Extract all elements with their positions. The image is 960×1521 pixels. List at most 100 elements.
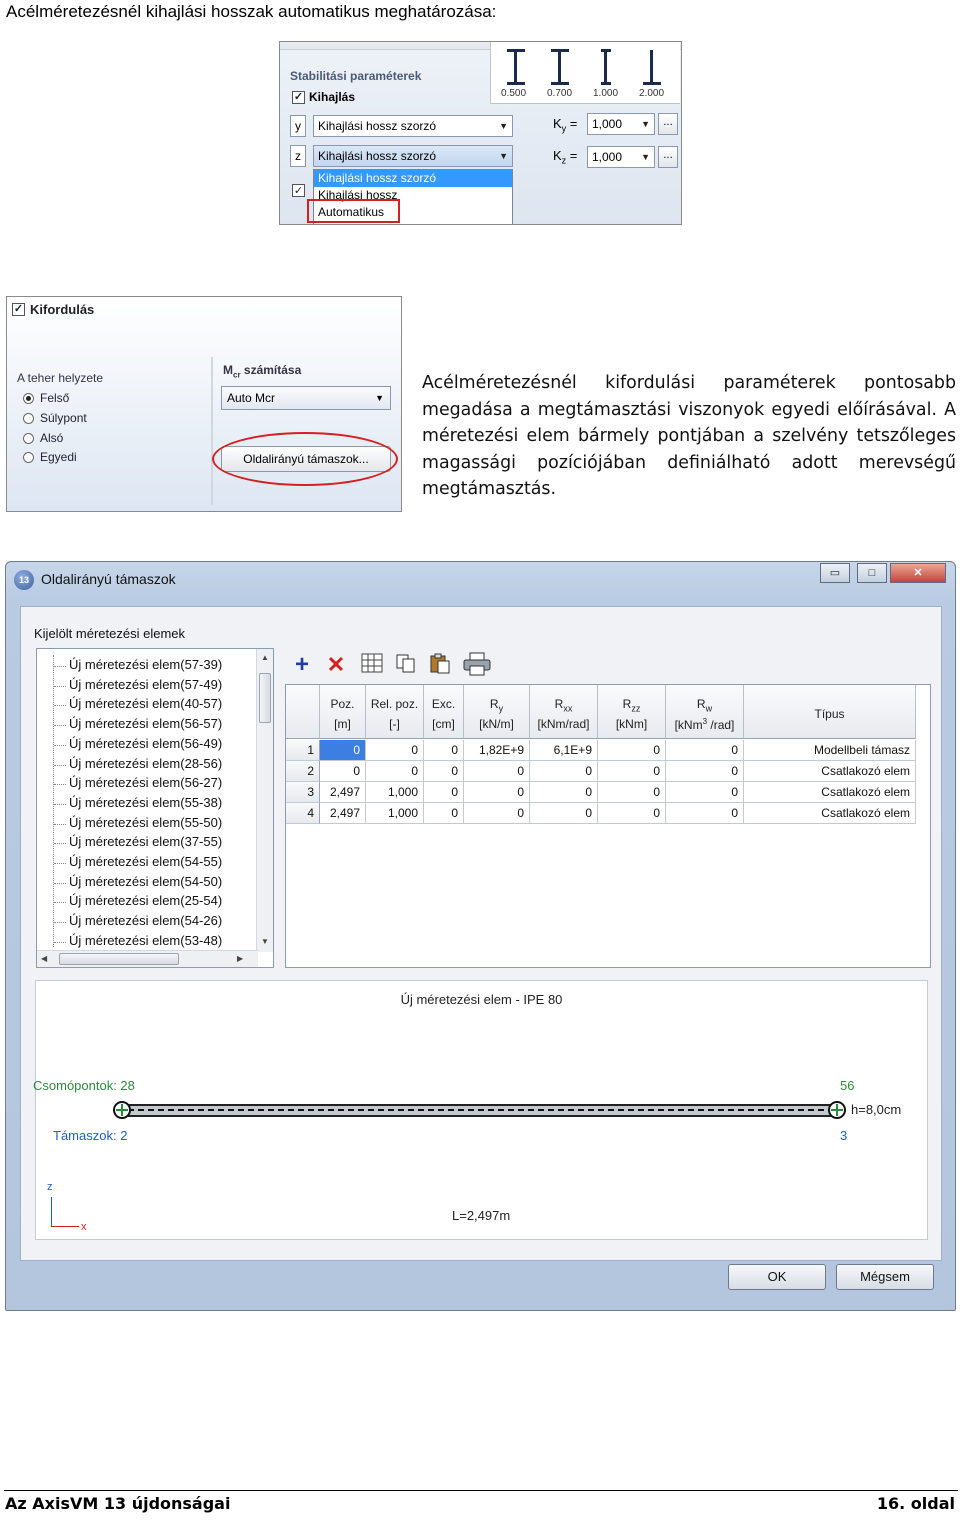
table-cell[interactable]: 2,497 [320, 803, 366, 824]
table-cell[interactable]: Csatlakozó elem [744, 782, 916, 803]
tree-item[interactable]: Új méretezési elem(25-54) [69, 893, 222, 908]
table-cell[interactable]: 0 [320, 761, 366, 782]
radio-centroid[interactable]: Súlypont [23, 411, 87, 425]
tree-item[interactable]: Új méretezési elem(40-57) [69, 696, 222, 711]
table-cell[interactable]: 0 [424, 782, 464, 803]
table-cell[interactable]: 0 [666, 740, 744, 761]
table-cell[interactable]: 6,1E+9 [530, 740, 598, 761]
scroll-right-icon[interactable]: ▶ [237, 954, 243, 963]
table-cell[interactable]: 0 [530, 782, 598, 803]
table-cell[interactable]: Modellbeli támasz [744, 740, 916, 761]
tree-item[interactable]: Új méretezési elem(57-49) [69, 677, 222, 692]
cancel-button[interactable]: Mégsem [836, 1264, 934, 1290]
print-icon[interactable] [461, 652, 493, 678]
table-cell[interactable]: 0 [366, 761, 424, 782]
tree-item[interactable]: Új méretezési elem(53-48) [69, 933, 222, 948]
buckling-checkbox-row[interactable]: ✓ Kihajlás [292, 90, 355, 104]
column-header[interactable]: Poz. [m] [320, 685, 366, 739]
tree-item[interactable]: Új méretezési elem(28-56) [69, 756, 222, 771]
table-cell[interactable]: 2,497 [320, 782, 366, 803]
table-cell[interactable]: 0 [464, 803, 530, 824]
table-cell[interactable]: 0 [464, 782, 530, 803]
table-cell[interactable]: 0 [666, 782, 744, 803]
table-cell[interactable]: 0 [424, 803, 464, 824]
tree-item[interactable]: Új méretezési elem(57-39) [69, 657, 222, 672]
paste-icon[interactable] [427, 652, 453, 678]
column-header[interactable]: Exc. [cm] [424, 685, 464, 739]
design-elements-tree[interactable]: Új méretezési elem(57-39) Új méretezési e… [36, 648, 274, 968]
table-cell[interactable]: Csatlakozó elem [744, 803, 916, 824]
pinned-pinned-beam-icon[interactable] [595, 48, 617, 86]
column-header[interactable]: Típus [744, 685, 916, 739]
table-cell[interactable]: 0 [666, 761, 744, 782]
scroll-thumb[interactable] [259, 673, 271, 723]
radio-icon[interactable] [23, 432, 34, 444]
horizontal-scrollbar[interactable]: ◀ ▶ [37, 950, 258, 967]
table-cell[interactable]: 0 [530, 803, 598, 824]
vertical-scrollbar[interactable]: ▲ ▼ [256, 649, 273, 952]
checkbox-checked-icon[interactable]: ✓ [292, 90, 305, 104]
radio-icon[interactable] [23, 412, 34, 424]
minimize-icon[interactable]: ▭ [820, 563, 850, 583]
table-cell[interactable]: 1,82E+9 [464, 740, 530, 761]
buckling-z-combo[interactable]: Kihajlási hossz szorzó ▼ [313, 145, 513, 167]
column-header[interactable]: Rzz [kNm] [598, 685, 666, 739]
row-number[interactable]: 4 [286, 803, 320, 824]
tree-item[interactable]: Új méretezési elem(56-27) [69, 775, 222, 790]
fixed-pinned-beam-icon[interactable] [549, 48, 571, 86]
tree-item[interactable]: Új méretezési elem(56-49) [69, 736, 222, 751]
buckling-y-combo[interactable]: Kihajlási hossz szorzó ▼ [313, 115, 513, 137]
checkbox-checked-icon[interactable]: ✓ [12, 303, 25, 316]
table-cell[interactable]: 0 [666, 803, 744, 824]
column-header[interactable]: Rxx [kNm/rad] [530, 685, 598, 739]
columns-icon[interactable] [359, 652, 385, 678]
row-number[interactable]: 1 [286, 740, 320, 761]
supports-table[interactable]: Poz. [m] Rel. poz. [-] Exc. [cm] Ry [kN/m] Rxx [k… [285, 684, 931, 968]
table-cell[interactable]: 0 [530, 761, 598, 782]
table-cell[interactable]: 1,000 [366, 803, 424, 824]
table-cell[interactable]: 0 [598, 782, 666, 803]
table-cell[interactable]: 0 [598, 740, 666, 761]
table-cell[interactable]: Csatlakozó elem [744, 761, 916, 782]
dialog-titlebar[interactable]: 13 Oldalirányú támaszok ▭ □ ✕ [6, 562, 955, 598]
add-icon[interactable]: + [289, 652, 315, 678]
radio-bottom[interactable]: Alsó [23, 431, 63, 445]
table-cell[interactable]: 0 [598, 803, 666, 824]
table-cell[interactable]: 0 [366, 740, 424, 761]
tree-item[interactable]: Új méretezési elem(54-55) [69, 854, 222, 869]
table-cell[interactable]: 1,000 [366, 782, 424, 803]
dropdown-option[interactable]: Kihajlási hossz szorzó [314, 170, 512, 187]
radio-custom[interactable]: Egyedi [23, 450, 77, 464]
kz-more-button[interactable]: ... [658, 146, 678, 168]
checkbox-checked-icon[interactable]: ✓ [292, 184, 305, 197]
scroll-thumb[interactable] [59, 953, 179, 965]
tree-item[interactable]: Új méretezési elem(54-50) [69, 874, 222, 889]
cantilever-beam-icon[interactable] [641, 48, 663, 86]
tree-item[interactable]: Új méretezési elem(56-57) [69, 716, 222, 731]
scroll-left-icon[interactable]: ◀ [41, 954, 47, 963]
lateral-torsional-checkbox-row[interactable]: ✓ Kifordulás [12, 302, 94, 317]
tree-item[interactable]: Új méretezési elem(55-38) [69, 795, 222, 810]
ky-value-field[interactable]: 1,000 ▼ [587, 113, 655, 135]
tree-item[interactable]: Új méretezési elem(54-26) [69, 913, 222, 928]
table-cell[interactable]: 0 [424, 761, 464, 782]
radio-icon[interactable] [23, 451, 34, 463]
column-header[interactable]: Rel. poz. [-] [366, 685, 424, 739]
copy-icon[interactable] [393, 652, 419, 678]
mcr-combo[interactable]: Auto Mcr ▼ [221, 386, 391, 410]
scroll-down-icon[interactable]: ▼ [261, 937, 269, 946]
column-header[interactable]: Rw [kNm3 /rad] [666, 685, 744, 739]
kz-value-field[interactable]: 1,000 ▼ [587, 146, 655, 168]
fixed-fixed-beam-icon[interactable] [505, 48, 527, 86]
row-number[interactable]: 2 [286, 761, 320, 782]
column-header[interactable]: Ry [kN/m] [464, 685, 530, 739]
tree-item[interactable]: Új méretezési elem(55-50) [69, 815, 222, 830]
row-number[interactable]: 3 [286, 782, 320, 803]
table-cell[interactable]: 0 [424, 740, 464, 761]
table-cell[interactable]: 0 [464, 761, 530, 782]
radio-top[interactable]: Felső [23, 391, 69, 405]
tree-item[interactable]: Új méretezési elem(37-55) [69, 834, 222, 849]
table-cell[interactable]: 0 [320, 740, 366, 761]
maximize-icon[interactable]: □ [857, 563, 887, 583]
close-icon[interactable]: ✕ [890, 563, 946, 583]
